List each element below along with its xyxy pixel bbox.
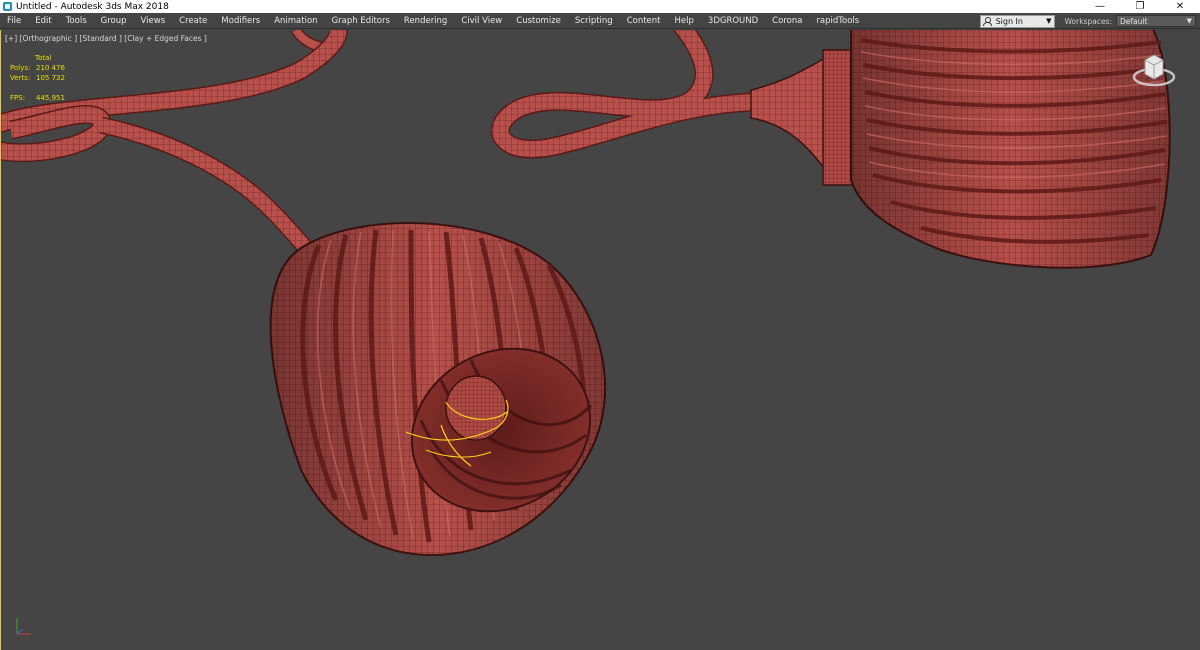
viewport-label[interactable]: [+] [Orthographic ] [Standard ] [Clay + … — [5, 34, 207, 43]
polys-label: Polys: — [10, 64, 31, 72]
sign-in-dropdown[interactable]: Sign In ▼ — [979, 14, 1055, 28]
axis-tripod-icon — [16, 618, 31, 635]
lamp-shade-right — [750, 30, 1171, 269]
minimize-button[interactable]: — — [1080, 0, 1120, 13]
workspaces-select[interactable]: Default ▼ — [1116, 15, 1196, 27]
menu-right-controls: Sign In ▼ Workspaces: Default ▼ — [979, 13, 1200, 29]
stats-verts: Verts: 105 732 — [10, 73, 65, 83]
restore-button[interactable]: ❐ — [1120, 0, 1160, 13]
menu-create[interactable]: Create — [172, 13, 214, 29]
stats-polys: Polys: 210 476 — [10, 63, 65, 73]
caret-down-icon: ▼ — [1186, 17, 1192, 25]
menu-help[interactable]: Help — [668, 13, 701, 29]
menu-group[interactable]: Group — [94, 13, 134, 29]
menu-views[interactable]: Views — [134, 13, 173, 29]
menu-graph-editors[interactable]: Graph Editors — [325, 13, 397, 29]
menu-3dground[interactable]: 3DGROUND — [701, 13, 765, 29]
fps-value: 445,951 — [36, 94, 65, 102]
user-icon — [982, 16, 992, 26]
menu-file[interactable]: File — [0, 13, 28, 29]
polys-value: 210 476 — [36, 64, 65, 72]
verts-label: Verts: — [10, 74, 31, 82]
stats-fps: FPS: 445,951 — [10, 93, 65, 103]
menu-rendering[interactable]: Rendering — [397, 13, 454, 29]
viewcube-icon[interactable] — [1132, 50, 1176, 90]
3dsmax-app-icon — [3, 2, 12, 11]
menu-customize[interactable]: Customize — [509, 13, 568, 29]
window-controls: — ❐ ✕ — [1080, 0, 1200, 13]
perspective-viewport[interactable]: [+] [Orthographic ] [Standard ] [Clay + … — [0, 30, 1200, 650]
viewport-scene[interactable] — [1, 30, 1200, 650]
viewport-statistics: Total Polys: 210 476 Verts: 105 732 FPS:… — [10, 53, 65, 103]
close-button[interactable]: ✕ — [1160, 0, 1200, 13]
menu-animation[interactable]: Animation — [267, 13, 324, 29]
caret-down-icon: ▼ — [1046, 17, 1052, 25]
menu-corona[interactable]: Corona — [765, 13, 809, 29]
sign-in-label: Sign In — [995, 16, 1023, 26]
menu-bar: File Edit Tools Group Views Create Modif… — [0, 13, 1200, 29]
workspaces-label: Workspaces: — [1064, 16, 1112, 26]
title-bar: Untitled - Autodesk 3ds Max 2018 — ❐ ✕ — [0, 0, 1200, 13]
menu-edit[interactable]: Edit — [28, 13, 58, 29]
cord-right — [491, 30, 762, 159]
menu-scripting[interactable]: Scripting — [568, 13, 620, 29]
menu-rapidtools[interactable]: rapidTools — [809, 13, 866, 29]
window-title: Untitled - Autodesk 3ds Max 2018 — [16, 1, 169, 12]
fps-label: FPS: — [10, 94, 26, 102]
stats-header: Total — [35, 54, 52, 62]
menu-content[interactable]: Content — [620, 13, 668, 29]
menu-modifiers[interactable]: Modifiers — [214, 13, 267, 29]
verts-value: 105 732 — [36, 74, 65, 82]
menu-tools[interactable]: Tools — [59, 13, 94, 29]
lamp-shade-center — [269, 222, 607, 557]
workspaces-value: Default — [1120, 16, 1148, 26]
menu-civil-view[interactable]: Civil View — [454, 13, 509, 29]
